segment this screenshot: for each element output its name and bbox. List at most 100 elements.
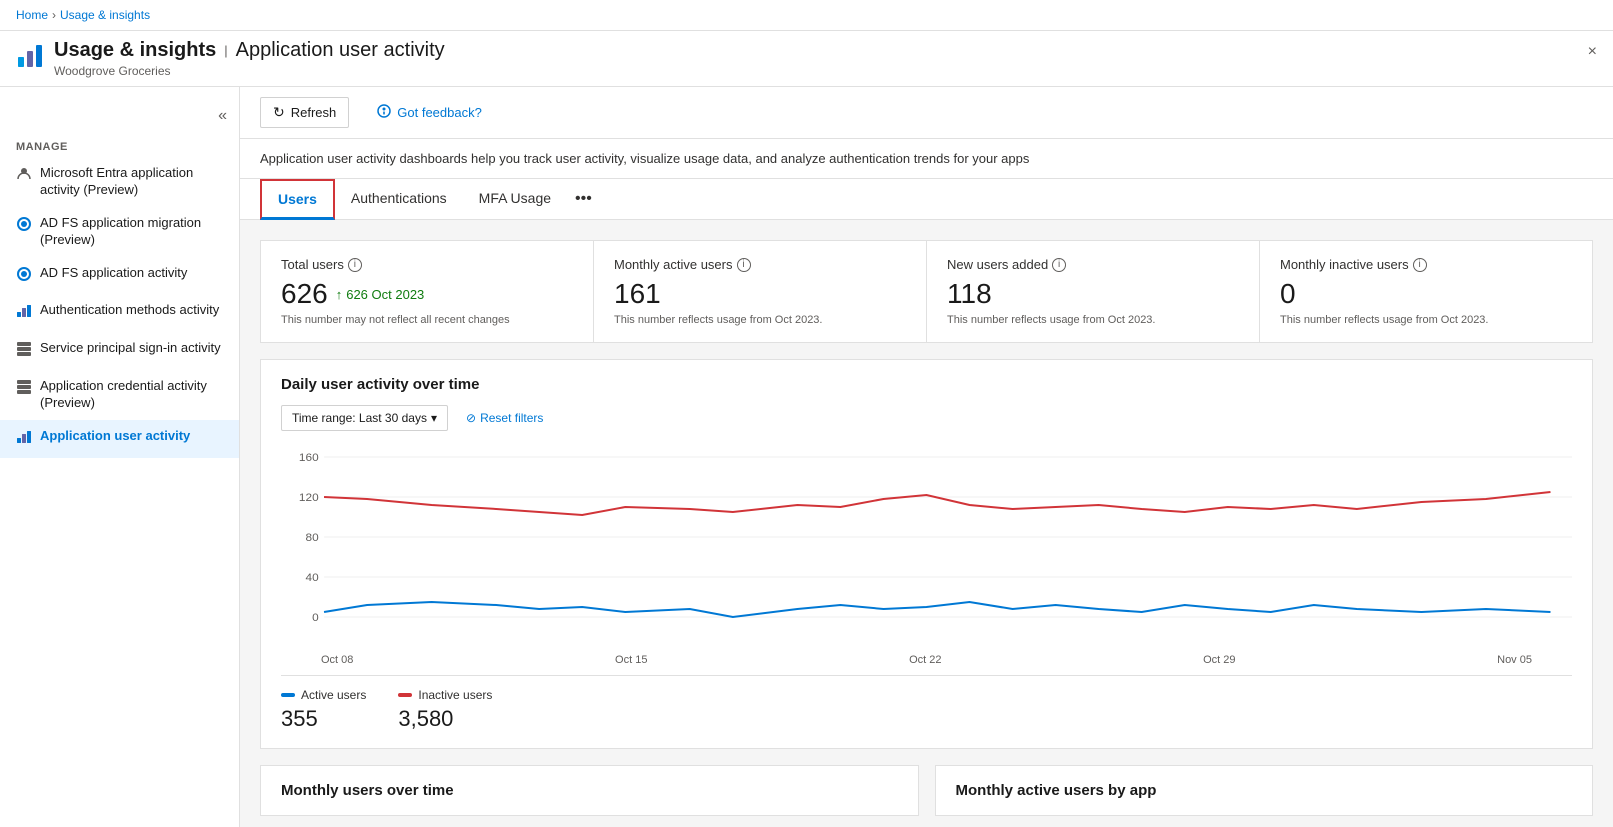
- chart-svg: 160 120 80 40 0: [281, 447, 1572, 647]
- x-label-oct15: Oct 15: [615, 654, 647, 666]
- sidebar-section-manage: Manage: [0, 133, 239, 157]
- monthly-active-info-icon[interactable]: i: [737, 258, 751, 272]
- adfs-activity-icon: [16, 266, 32, 287]
- app-user-icon: [16, 429, 32, 450]
- reset-icon: ⊘: [466, 411, 476, 425]
- monthly-active-app-title: Monthly active users by app: [956, 782, 1573, 799]
- sidebar-item-label-service: Service principal sign-in activity: [40, 340, 221, 357]
- svg-text:40: 40: [306, 572, 319, 584]
- new-users-info-icon[interactable]: i: [1052, 258, 1066, 272]
- close-button[interactable]: ×: [1588, 43, 1597, 61]
- stat-new-users: New users added i 118 This number reflec…: [926, 240, 1259, 343]
- legend-inactive-label: Inactive users: [398, 688, 492, 702]
- tab-mfa[interactable]: MFA Usage: [463, 180, 567, 219]
- monthly-inactive-label: Monthly inactive users i: [1280, 257, 1572, 272]
- active-users-count: 355: [281, 706, 366, 732]
- header-title: Usage & insights: [54, 39, 216, 62]
- bottom-row: Monthly users over time Monthly active u…: [240, 765, 1613, 827]
- sidebar-item-label-app-user: Application user activity: [40, 428, 190, 445]
- total-users-value: 626 ↑ 626 Oct 2023: [281, 278, 573, 310]
- new-users-note: This number reflects usage from Oct 2023…: [947, 314, 1239, 326]
- collapse-icon[interactable]: «: [214, 103, 231, 129]
- monthly-active-value: 161: [614, 278, 906, 310]
- sidebar-collapse[interactable]: «: [0, 99, 239, 133]
- new-users-label: New users added i: [947, 257, 1239, 272]
- breadcrumb: Home › Usage & insights: [0, 0, 1613, 31]
- app-credential-icon: [16, 379, 32, 400]
- inactive-color-swatch: [398, 693, 412, 697]
- auth-methods-icon: [16, 303, 32, 324]
- active-color-swatch: [281, 693, 295, 697]
- header-page: Application user activity: [236, 39, 445, 62]
- time-range-label: Time range: Last 30 days: [292, 411, 427, 425]
- x-label-oct29: Oct 29: [1203, 654, 1235, 666]
- chevron-down-icon: ▾: [431, 411, 437, 425]
- sidebar-item-label-entra: Microsoft Entra application activity (Pr…: [40, 165, 223, 199]
- x-label-oct22: Oct 22: [909, 654, 941, 666]
- tab-users[interactable]: Users: [260, 179, 335, 220]
- svg-text:120: 120: [299, 492, 319, 504]
- monthly-active-app-card: Monthly active users by app: [935, 765, 1594, 816]
- feedback-button[interactable]: Got feedback?: [365, 98, 494, 127]
- page-description: Application user activity dashboards hel…: [240, 139, 1613, 179]
- main-layout: « Manage Microsoft Entra application act…: [0, 87, 1613, 827]
- sidebar-item-adfs-activity[interactable]: AD FS application activity: [0, 257, 239, 295]
- app-container: Home › Usage & insights Usage & insights…: [0, 0, 1613, 827]
- service-principal-icon: [16, 341, 32, 362]
- tab-authentications[interactable]: Authentications: [335, 180, 463, 219]
- title-separator: |: [224, 43, 227, 58]
- content-area: ↻ Refresh Got feedback? Application user…: [240, 87, 1613, 827]
- reset-filters-button[interactable]: ⊘ Reset filters: [456, 406, 553, 430]
- time-range-button[interactable]: Time range: Last 30 days ▾: [281, 405, 448, 431]
- legend-inactive-users: Inactive users 3,580: [398, 688, 492, 732]
- refresh-button[interactable]: ↻ Refresh: [260, 97, 349, 128]
- monthly-inactive-info-icon[interactable]: i: [1413, 258, 1427, 272]
- tab-users-label: Users: [278, 191, 317, 207]
- reset-filters-label: Reset filters: [480, 411, 543, 425]
- tab-more-button[interactable]: •••: [567, 180, 600, 218]
- breadcrumb-home[interactable]: Home: [16, 8, 48, 22]
- stat-monthly-active: Monthly active users i 161 This number r…: [593, 240, 926, 343]
- header-subtitle: Woodgrove Groceries: [54, 64, 445, 78]
- chart-x-labels: Oct 08 Oct 15 Oct 22 Oct 29 Nov 05: [281, 650, 1572, 666]
- monthly-active-label: Monthly active users i: [614, 257, 906, 272]
- tab-mfa-label: MFA Usage: [479, 190, 551, 206]
- chart-title: Daily user activity over time: [281, 376, 1572, 393]
- tab-bar: Users Authentications MFA Usage •••: [240, 179, 1613, 220]
- inactive-users-count: 3,580: [398, 706, 492, 732]
- monthly-users-time-card: Monthly users over time: [260, 765, 919, 816]
- monthly-inactive-value: 0: [1280, 278, 1572, 310]
- chart-section: Daily user activity over time Time range…: [260, 359, 1593, 749]
- x-label-nov05: Nov 05: [1497, 654, 1532, 666]
- total-users-sub: ↑ 626 Oct 2023: [336, 287, 425, 302]
- legend-active-label: Active users: [281, 688, 366, 702]
- stat-total-users: Total users i 626 ↑ 626 Oct 2023 This nu…: [260, 240, 593, 343]
- legend-active-users: Active users 355: [281, 688, 366, 732]
- sidebar-item-label-credential: Application credential activity (Preview…: [40, 378, 223, 412]
- monthly-active-note: This number reflects usage from Oct 2023…: [614, 314, 906, 326]
- stats-row: Total users i 626 ↑ 626 Oct 2023 This nu…: [240, 220, 1613, 343]
- sidebar-item-app-user[interactable]: Application user activity: [0, 420, 239, 458]
- svg-text:0: 0: [312, 612, 319, 624]
- sidebar-item-app-credential[interactable]: Application credential activity (Preview…: [0, 370, 239, 420]
- inactive-users-line: [324, 492, 1550, 515]
- sidebar-item-label-adfs-activity: AD FS application activity: [40, 265, 187, 282]
- x-label-oct08: Oct 08: [321, 654, 353, 666]
- total-users-info-icon[interactable]: i: [348, 258, 362, 272]
- tab-auth-label: Authentications: [351, 190, 447, 206]
- sidebar-item-auth-methods[interactable]: Authentication methods activity: [0, 294, 239, 332]
- adfs-migration-icon: [16, 216, 32, 237]
- sidebar-item-adfs-migration[interactable]: AD FS application migration (Preview): [0, 207, 239, 257]
- sidebar-item-entra-app[interactable]: Microsoft Entra application activity (Pr…: [0, 157, 239, 207]
- sidebar-item-label-auth: Authentication methods activity: [40, 302, 219, 319]
- entra-app-icon: [16, 166, 32, 187]
- total-users-note: This number may not reflect all recent c…: [281, 314, 573, 326]
- feedback-icon: [377, 104, 391, 121]
- header-icon: [16, 43, 44, 74]
- refresh-label: Refresh: [291, 105, 337, 120]
- chart-filters: Time range: Last 30 days ▾ ⊘ Reset filte…: [281, 405, 1572, 431]
- active-users-line: [324, 602, 1550, 617]
- feedback-label: Got feedback?: [397, 105, 482, 120]
- sidebar-item-service-principal[interactable]: Service principal sign-in activity: [0, 332, 239, 370]
- svg-text:160: 160: [299, 452, 319, 464]
